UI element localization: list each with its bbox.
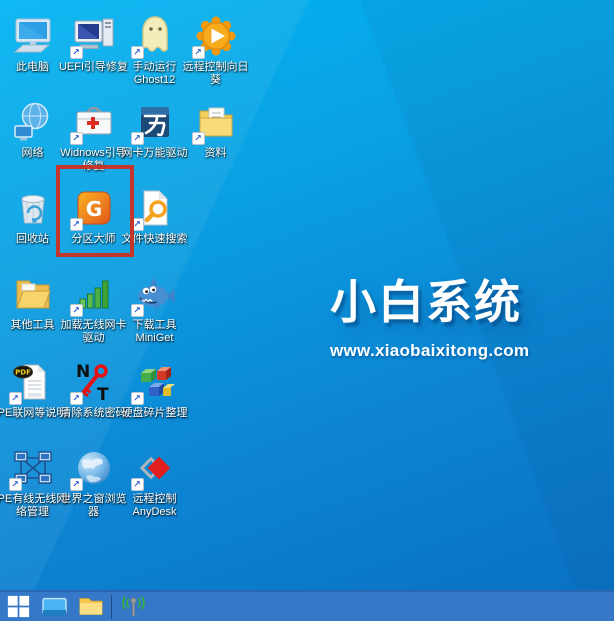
desktop-icon-windows-boot-repair[interactable]: ↗ Widnows引导修复: [63, 92, 124, 178]
taskbar-separator: [111, 595, 112, 619]
shortcut-arrow-icon: ↗: [131, 478, 144, 491]
shortcut-arrow-icon: ↗: [131, 132, 144, 145]
shortcut-arrow-icon: ↗: [131, 218, 144, 231]
icon-label: 文件快速搜索: [118, 233, 192, 246]
shortcut-arrow-icon: ↗: [70, 392, 83, 405]
grid-spacer: [185, 178, 246, 264]
shortcut-arrow-icon: ↗: [131, 392, 144, 405]
icon-label: 下载工具MiniGet: [118, 319, 192, 345]
start-button[interactable]: [0, 592, 36, 621]
grid-spacer: [185, 438, 246, 524]
shortcut-arrow-icon: ↗: [70, 304, 83, 317]
desktop-icon-partition-master[interactable]: G ↗ 分区大师: [63, 178, 124, 264]
shortcut-arrow-icon: ↗: [70, 132, 83, 145]
svg-text:T: T: [97, 385, 109, 404]
desktop-icon-miniget[interactable]: ↗ 下载工具MiniGet: [124, 264, 185, 352]
desktop-icon-world-browser[interactable]: ↗ 世界之窗浏览器: [63, 438, 124, 524]
desktop-icon-sunflower-remote[interactable]: ↗ 远程控制向日葵: [185, 6, 246, 92]
desktop-icon-file-quick-search[interactable]: ↗ 文件快速搜索: [124, 178, 185, 264]
desktop-icon-disk-defrag[interactable]: ↗ 硬盘碎片整理: [124, 352, 185, 438]
desktop-icon-this-pc[interactable]: 此电脑: [2, 6, 63, 92]
this-pc-icon: [11, 14, 55, 58]
svg-text:PDF: PDF: [15, 369, 31, 377]
open-folder-icon: [11, 272, 55, 316]
desktop-icon-pe-network-guide[interactable]: PDF ↗ PE联网等说明: [2, 352, 63, 438]
desktop-icon-data-folder[interactable]: ↗ 资料: [185, 92, 246, 178]
shortcut-arrow-icon: ↗: [131, 46, 144, 59]
desktop-background[interactable]: 此电脑 ↗ UEFI引导修复 ↗ 手动运行Ghost12: [0, 0, 614, 621]
network-globe-icon: [11, 100, 55, 144]
shortcut-arrow-icon: ↗: [192, 46, 205, 59]
icon-label: 硬盘碎片整理: [118, 407, 192, 420]
grid-spacer: [185, 264, 246, 352]
desktop-icon-clear-password[interactable]: N T ↗ 清除系统密码: [63, 352, 124, 438]
desktop-icon-recycle-bin[interactable]: 回收站: [2, 178, 63, 264]
desktop-icon-uefi-boot-repair[interactable]: ↗ UEFI引导修复: [63, 6, 124, 92]
shortcut-arrow-icon: ↗: [70, 218, 83, 231]
shortcut-arrow-icon: ↗: [9, 392, 22, 405]
desktop-icon-anydesk[interactable]: ↗ 远程控制AnyDesk: [124, 438, 185, 524]
file-explorer-button[interactable]: [72, 592, 108, 621]
brand-title: 小白系统: [330, 266, 529, 332]
desktop-icon-nic-universal-driver[interactable]: ↗ 网卡万能驱动: [124, 92, 185, 178]
antenna-icon: [120, 595, 147, 618]
svg-text:G: G: [85, 197, 101, 221]
shortcut-arrow-icon: ↗: [9, 478, 22, 491]
shortcut-arrow-icon: ↗: [70, 46, 83, 59]
display-icon: [41, 595, 68, 618]
desktop-icon-network[interactable]: 网络: [2, 92, 63, 178]
shortcut-arrow-icon: ↗: [131, 304, 144, 317]
windows-logo-icon: [7, 595, 30, 618]
recycle-bin-icon: [11, 186, 55, 230]
desktop-icon-wireless-nic-driver[interactable]: ↗ 加载无线网卡驱动: [63, 264, 124, 352]
svg-text:N: N: [76, 362, 90, 382]
desktop-icon-other-tools[interactable]: 其他工具: [2, 264, 63, 352]
grid-spacer: [185, 352, 246, 438]
wallpaper-brand: 小白系统 www.xiaobaixitong.com: [330, 266, 529, 361]
icon-label: 远程控制向日葵: [179, 61, 253, 87]
wireless-network-button[interactable]: [115, 592, 151, 621]
shortcut-arrow-icon: ↗: [192, 132, 205, 145]
folder-icon: [77, 595, 104, 618]
icon-label: 资料: [179, 147, 253, 160]
shortcut-arrow-icon: ↗: [70, 478, 83, 491]
brand-url: www.xiaobaixitong.com: [330, 341, 529, 361]
show-desktop-button[interactable]: [36, 592, 72, 621]
icon-label: 远程控制AnyDesk: [118, 493, 192, 519]
desktop-icon-grid: 此电脑 ↗ UEFI引导修复 ↗ 手动运行Ghost12: [2, 6, 246, 524]
desktop-icon-ghost-manual[interactable]: ↗ 手动运行Ghost12: [124, 6, 185, 92]
desktop-icon-pe-network-manager[interactable]: ↗ PE有线无线网络管理: [2, 438, 63, 524]
taskbar: [0, 590, 614, 621]
